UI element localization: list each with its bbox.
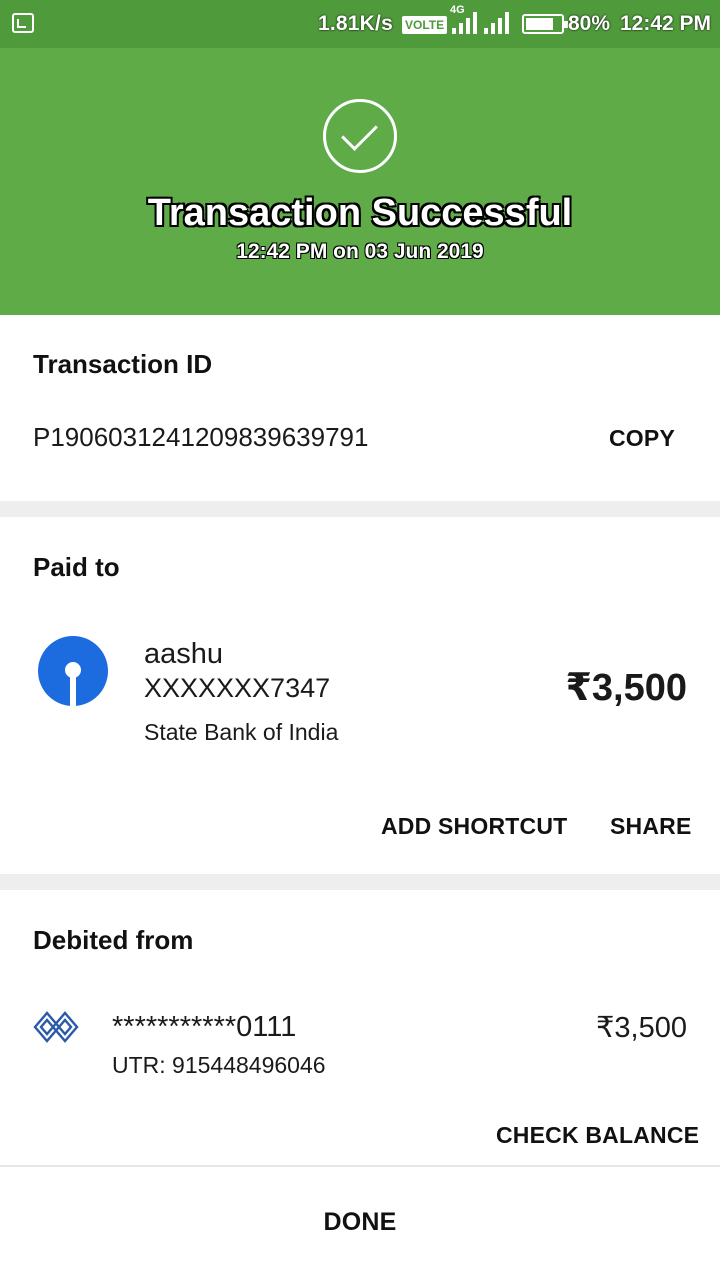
clock: 12:42 PM <box>620 12 712 35</box>
check-balance-button[interactable]: CHECK BALANCE <box>496 1122 699 1149</box>
add-shortcut-button[interactable]: ADD SHORTCUT <box>381 813 567 840</box>
payee-bank: State Bank of India <box>144 719 339 745</box>
success-header: Transaction Successful 12:42 PM on 03 Ju… <box>0 48 720 315</box>
network-speed: 1.81K/s <box>318 12 393 35</box>
battery-icon <box>522 14 568 34</box>
section-divider <box>0 501 720 517</box>
status-bar: 1.81K/s VOLTE 4G 80% 12:42 PM <box>0 0 720 48</box>
check-circle-icon <box>323 99 397 173</box>
bank-logo-icon <box>33 1011 79 1043</box>
copy-button[interactable]: COPY <box>609 425 675 452</box>
share-button[interactable]: SHARE <box>610 813 692 840</box>
paid-amount: ₹3,500 <box>565 667 687 709</box>
footer-divider <box>0 1165 720 1167</box>
signal-icon <box>452 12 482 34</box>
payee-account: XXXXXXX7347 <box>144 673 331 703</box>
sbi-logo-icon <box>38 636 108 706</box>
transaction-id-card: Transaction ID P1906031241209839639791 C… <box>0 315 720 501</box>
signal-icon-2 <box>484 12 514 34</box>
battery-percent: 80% <box>568 12 611 35</box>
payee-name: aashu <box>144 638 224 670</box>
done-button[interactable]: DONE <box>0 1208 720 1237</box>
page-title: Transaction Successful <box>147 192 573 234</box>
section-divider <box>0 874 720 890</box>
paid-to-label: Paid to <box>33 552 120 582</box>
volte-badge: VOLTE <box>402 16 448 34</box>
transaction-timestamp: 12:42 PM on 03 Jun 2019 <box>236 240 484 263</box>
debited-from-card: Debited from ***********0111 UTR: 915448… <box>0 890 720 1165</box>
cast-icon <box>12 13 34 33</box>
debit-amount: ₹3,500 <box>595 1012 687 1044</box>
transaction-id-label: Transaction ID <box>33 349 213 379</box>
paid-to-card: Paid to aashu XXXXXXX7347 State Bank of … <box>0 517 720 874</box>
utr-number: UTR: 915448496046 <box>112 1052 326 1078</box>
transaction-id-value: P1906031241209839639791 <box>33 422 369 452</box>
debited-from-label: Debited from <box>33 925 194 955</box>
debit-account: ***********0111 <box>112 1011 297 1043</box>
